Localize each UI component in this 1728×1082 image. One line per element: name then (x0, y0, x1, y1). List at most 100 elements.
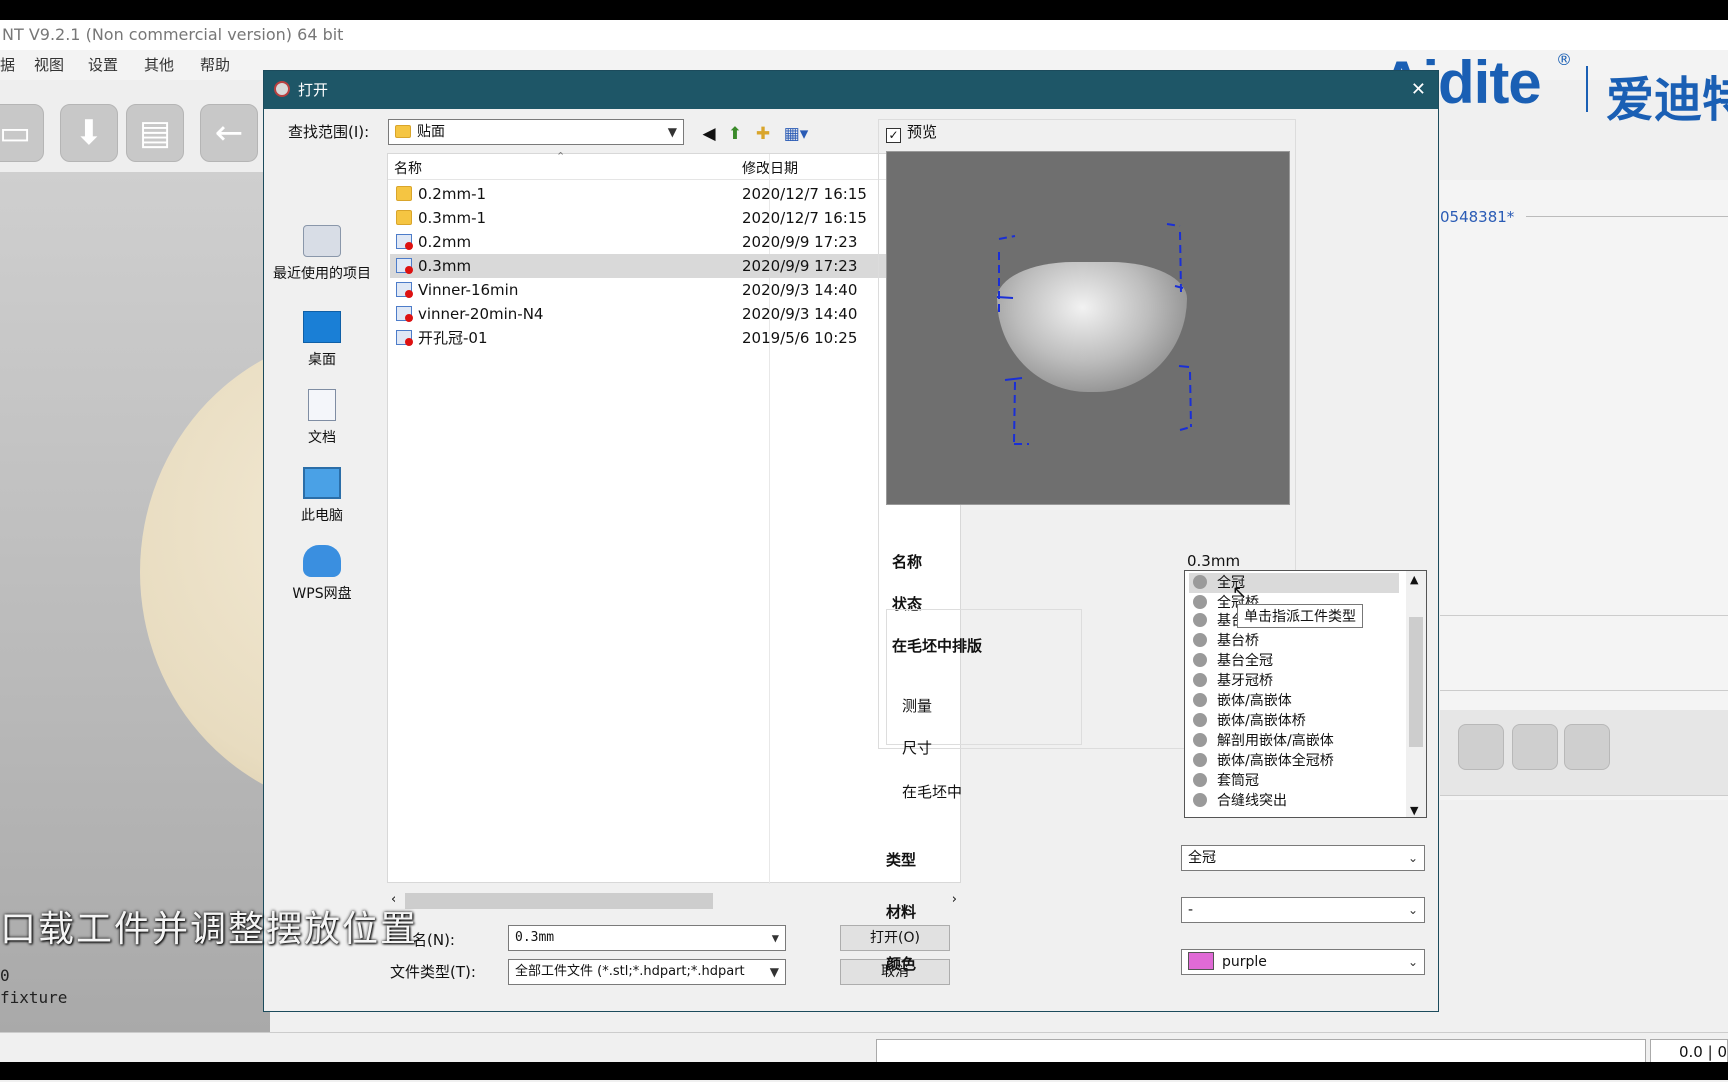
preview-checkbox[interactable]: ✓ 预览 (886, 121, 937, 143)
file-row[interactable]: 0.3mm-1 2020/12/7 16:15 (390, 206, 958, 230)
bottom-black-bar (0, 1062, 1728, 1080)
measure-label: 测量 (902, 697, 933, 715)
type-option-label: 嵌体/高嵌体全冠桥 (1217, 753, 1334, 769)
column-header-modified[interactable]: 修改日期 (742, 158, 798, 178)
type-option-label: 套筒冠 (1217, 773, 1259, 789)
color-value: purple (1222, 954, 1267, 970)
type-option[interactable]: 嵌体/高嵌体全冠桥 (1189, 751, 1399, 771)
name-value: 0.3mm (1187, 552, 1241, 570)
in-blank-label: 在毛坯中 (902, 783, 963, 801)
open-folder-icon[interactable]: ▭ (0, 104, 44, 162)
type-option[interactable]: 解剖用嵌体/高嵌体 (1189, 731, 1399, 751)
fixture-number: 0 (0, 966, 10, 985)
open-button[interactable]: 打开(O) (840, 925, 950, 951)
wrench-icon[interactable] (1512, 724, 1558, 770)
type-option[interactable]: 套筒冠 (1189, 771, 1399, 791)
measure-box (886, 609, 1082, 745)
file-row-selected[interactable]: 0.3mm 2020/9/9 17:23 (390, 254, 958, 278)
type-option[interactable]: 全冠 (1189, 573, 1399, 593)
type-option-label: 合缝线突出 (1217, 793, 1287, 809)
print-icon[interactable]: ▤ (126, 104, 184, 162)
checkmark-icon: ✓ (886, 128, 901, 143)
scroll-up-icon[interactable]: ▲ (1410, 573, 1418, 586)
type-option-label: 基台桥 (1217, 633, 1259, 649)
filetype-select[interactable]: 全部工件文件 (*.stl;*.hdpart;*.hdpart ▼ (508, 959, 786, 985)
type-option[interactable]: 基台桥 (1189, 631, 1399, 651)
color-select[interactable]: purple ⌄ (1181, 949, 1425, 975)
filename-input[interactable]: 0.3mm ▼ (508, 925, 786, 951)
abutment-icon (1193, 613, 1207, 627)
place-label: WPS网盘 (292, 586, 352, 602)
file-row[interactable]: Vinner-16min 2020/9/3 14:40 (390, 278, 958, 302)
file-name: 0.3mm-1 (418, 209, 487, 227)
type-option-label: 嵌体/高嵌体 (1217, 693, 1292, 709)
menu-item-other[interactable]: 其他 (144, 50, 174, 80)
chevron-down-icon: ⌄ (1407, 903, 1418, 917)
name-label: 名称 (892, 553, 923, 571)
filetype-value: 全部工件文件 (*.stl;*.hdpart;*.hdpart (515, 964, 745, 979)
type-option[interactable]: 嵌体/高嵌体 (1189, 691, 1399, 711)
folder-icon (395, 125, 411, 138)
video-subtitle: 口载工件并调整摆放位置 (0, 909, 419, 950)
type-option[interactable]: 基牙冠桥 (1189, 671, 1399, 691)
look-in-combo[interactable]: 贴面 ▼ (388, 119, 684, 145)
scrollbar-thumb[interactable] (405, 893, 713, 909)
scroll-down-icon[interactable]: ▼ (1410, 804, 1418, 817)
close-icon[interactable]: ✕ (1411, 71, 1426, 109)
back-arrow-icon[interactable]: ← (200, 104, 258, 162)
material-label: 材料 (886, 903, 917, 921)
up-folder-icon[interactable]: ⬆ (724, 123, 746, 145)
type-option[interactable]: 基台全冠 (1189, 651, 1399, 671)
abutment-crown-icon (1193, 653, 1207, 667)
place-recent[interactable]: 最近使用的项目 (270, 225, 374, 283)
type-option[interactable]: 合缝线突出 (1189, 791, 1399, 811)
file-list-header: 名称 ⌃ 修改日期 (388, 150, 960, 180)
file-row[interactable]: 0.2mm-1 2020/12/7 16:15 (390, 182, 958, 206)
download-icon[interactable]: ⬇ (60, 104, 118, 162)
place-this-pc[interactable]: 此电脑 (270, 467, 374, 525)
dialog-titlebar: 打开 ✕ (264, 71, 1438, 109)
open-file-dialog: 打开 ✕ 查找范围(I): 贴面 ▼ ◀ ⬆ ✚ ▦▾ 最近使用的项目 桌面 文… (263, 70, 1439, 1012)
back-icon[interactable]: ◀ (698, 123, 720, 145)
workpiece-file-icon (396, 258, 413, 274)
file-row[interactable]: vinner-20min-N4 2020/9/3 14:40 (390, 302, 958, 326)
place-documents[interactable]: 文档 (270, 389, 374, 447)
file-date: 2019/5/6 10:25 (742, 329, 858, 347)
new-folder-icon[interactable]: ✚ (752, 123, 774, 145)
computer-icon (303, 467, 341, 499)
column-header-name[interactable]: 名称 (394, 158, 422, 178)
file-row[interactable]: 开孔冠-01 2019/5/6 10:25 (390, 326, 958, 350)
menu-item-settings[interactable]: 设置 (88, 50, 118, 80)
scrollbar-thumb[interactable] (1409, 617, 1423, 747)
file-date: 2020/9/3 14:40 (742, 281, 858, 299)
job-id-divider (1526, 216, 1728, 217)
menu-item-data[interactable]: 据 (0, 50, 15, 80)
type-select[interactable]: 全冠 ⌄ (1181, 845, 1425, 871)
menu-item-help[interactable]: 帮助 (200, 50, 230, 80)
place-desktop[interactable]: 桌面 (270, 311, 374, 369)
place-wps-cloud[interactable]: WPS网盘 (270, 545, 374, 603)
job-id-link[interactable]: 0548381* (1440, 208, 1514, 226)
horizontal-scrollbar[interactable]: ‹ › (387, 891, 961, 911)
places-bar: 最近使用的项目 桌面 文档 此电脑 WPS网盘 (270, 153, 374, 1001)
anatomic-inlay-icon (1193, 733, 1207, 747)
dropdown-scrollbar[interactable]: ▲ ▼ (1406, 571, 1426, 817)
desktop-icon (303, 311, 341, 343)
tool-icon[interactable] (1458, 724, 1504, 770)
file-name: 0.2mm-1 (418, 185, 487, 203)
lock-icon[interactable] (1564, 724, 1610, 770)
file-row[interactable]: 0.2mm 2020/9/9 17:23 (390, 230, 958, 254)
file-date: 2020/9/9 17:23 (742, 257, 858, 275)
type-option[interactable]: 嵌体/高嵌体桥 (1189, 711, 1399, 731)
material-select[interactable]: - ⌄ (1181, 897, 1425, 923)
abutment-bridge-icon (1193, 633, 1207, 647)
scroll-right-icon[interactable]: › (952, 892, 957, 907)
file-list[interactable]: 名称 ⌃ 修改日期 0.2mm-1 2020/12/7 16:15 0.3mm-… (387, 150, 961, 884)
sort-ascending-icon: ⌃ (556, 150, 566, 163)
type-option-label: 解剖用嵌体/高嵌体 (1217, 733, 1334, 749)
menu-item-view[interactable]: 视图 (34, 50, 64, 80)
type-value: 全冠 (1188, 850, 1216, 866)
margin-line-icon (1193, 793, 1207, 807)
prep-bridge-icon (1193, 673, 1207, 687)
view-menu-icon[interactable]: ▦▾ (780, 123, 812, 145)
